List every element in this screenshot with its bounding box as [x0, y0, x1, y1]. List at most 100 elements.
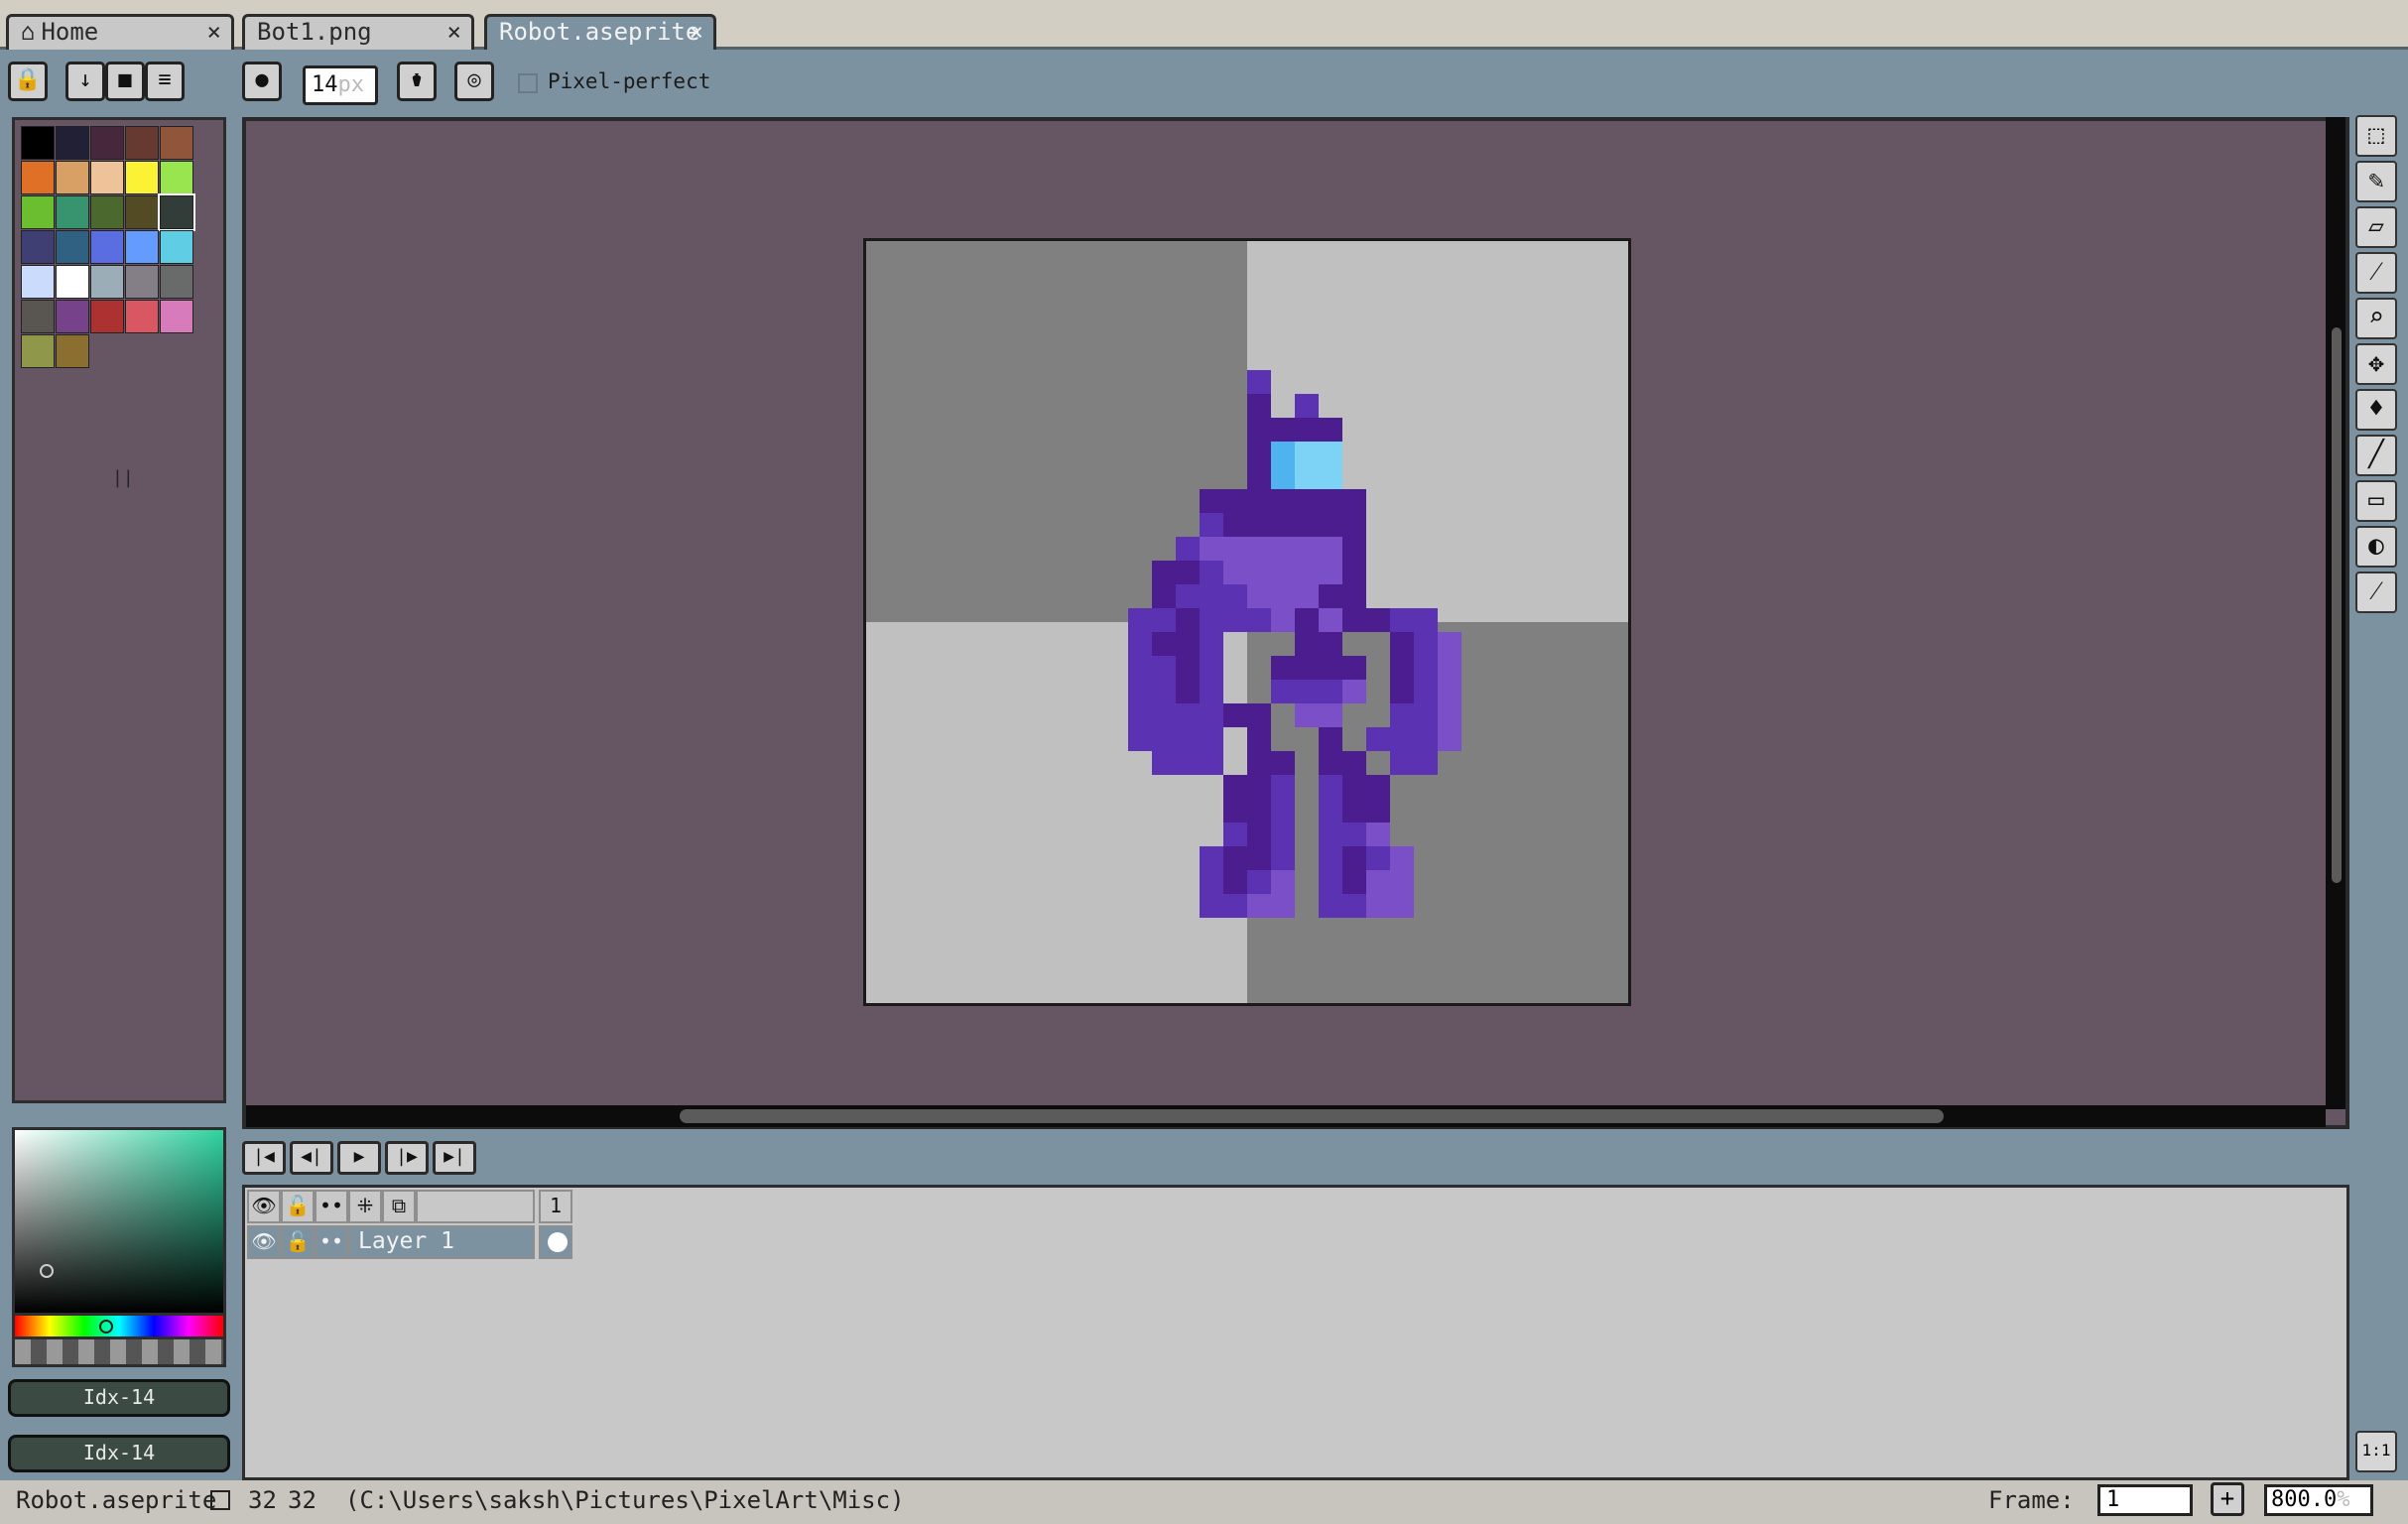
cel[interactable] [539, 1225, 572, 1259]
tab-home[interactable]: ⌂ Home × [6, 14, 234, 50]
tab-bot1[interactable]: Bot1.png × [242, 14, 474, 50]
palette-swatch[interactable] [56, 230, 89, 264]
palette-swatch[interactable] [21, 126, 55, 160]
background-color-button[interactable]: Idx-14 [8, 1435, 230, 1472]
palette-swatch[interactable] [90, 265, 124, 299]
layer-group-icon[interactable]: ⁜ [348, 1190, 382, 1223]
zoom-icon[interactable]: ⌕ [2355, 298, 2397, 339]
frame-header[interactable]: 1 [539, 1190, 572, 1223]
menu-bar[interactable] [0, 0, 2408, 10]
continuous-icon[interactable]: •• [315, 1190, 348, 1223]
rectangle-icon[interactable]: ▭ [2355, 480, 2397, 522]
hue-slider[interactable] [12, 1316, 226, 1339]
palette-swatch[interactable] [21, 195, 55, 229]
eye-icon[interactable]: 👁 [247, 1190, 281, 1223]
palette-swatch[interactable] [90, 300, 124, 333]
vertical-scroll-thumb[interactable] [2332, 327, 2342, 883]
color-cursor[interactable] [40, 1264, 54, 1278]
timeline-panel[interactable]: 👁 🔓 •• ⁜ ⧉ 1 👁 🔓 •• Layer 1 [242, 1185, 2349, 1480]
play-button[interactable]: ▶ [337, 1141, 381, 1175]
sprite-pixel [1247, 703, 1271, 727]
eraser-icon[interactable]: ▱ [2355, 206, 2397, 248]
previous-frame-button[interactable]: ◀| [290, 1141, 333, 1175]
color-spectrum[interactable] [12, 1127, 226, 1316]
spray-icon[interactable]: ⁄ [2355, 572, 2397, 613]
alpha-slider[interactable] [12, 1339, 226, 1367]
sprite-pixel [1390, 846, 1414, 870]
sprite-pixel [1366, 846, 1390, 870]
lock-icon[interactable]: 🔒 [8, 62, 48, 101]
brush-size-input[interactable]: 14px [303, 65, 378, 105]
palette-swatch[interactable] [125, 300, 159, 333]
close-icon[interactable]: × [690, 17, 703, 47]
palette-swatch[interactable] [21, 300, 55, 333]
ink-icon[interactable]: ⚱ [397, 62, 437, 101]
palette-swatch[interactable] [90, 195, 124, 229]
palette-swatch[interactable] [56, 195, 89, 229]
palette-swatch[interactable] [21, 161, 55, 194]
sampling-icon[interactable]: ◎ [454, 62, 494, 101]
tab-robot[interactable]: Robot.aseprite × [484, 14, 716, 50]
palette-swatch[interactable] [160, 300, 193, 333]
foreground-color-button[interactable]: Idx-14 [8, 1379, 230, 1417]
menu-icon[interactable]: ≡ [145, 62, 185, 101]
frame-input[interactable]: 1 [2097, 1484, 2193, 1516]
palette-swatch[interactable] [21, 230, 55, 264]
palette-swatch[interactable] [21, 334, 55, 368]
brush-type-circle-icon[interactable]: ● [242, 62, 282, 101]
sprite-canvas[interactable] [863, 238, 1631, 1006]
sprite-pixel [1366, 823, 1390, 846]
close-icon[interactable]: × [207, 17, 221, 47]
marquee-icon[interactable]: ⬚ [2355, 115, 2397, 157]
palette-swatch[interactable] [158, 193, 195, 231]
move-icon[interactable]: ✥ [2355, 343, 2397, 385]
eyedropper-icon[interactable]: ⁄ [2355, 252, 2397, 294]
palette-swatch[interactable] [125, 126, 159, 160]
palette-swatch[interactable] [160, 126, 193, 160]
sprite-pixel [1247, 537, 1271, 561]
layer-lock-icon[interactable]: 🔓 [281, 1225, 315, 1259]
palette-swatch[interactable] [160, 265, 193, 299]
next-frame-button[interactable]: |▶ [385, 1141, 429, 1175]
layer-visibility-icon[interactable]: 👁 [247, 1225, 281, 1259]
palette-swatch[interactable] [56, 334, 89, 368]
add-frame-button[interactable]: + [2211, 1482, 2244, 1516]
zoom-input[interactable]: 800.0% [2264, 1484, 2373, 1516]
palette-swatch[interactable] [56, 265, 89, 299]
pixel-perfect-checkbox[interactable] [518, 73, 538, 93]
palette-swatch[interactable] [125, 195, 159, 229]
palette-swatch[interactable] [56, 161, 89, 194]
close-icon[interactable]: × [447, 17, 461, 47]
hue-cursor[interactable] [99, 1320, 113, 1334]
sprite-pixel [1295, 489, 1319, 513]
palette-swatch[interactable] [90, 230, 124, 264]
sprite-pixel [1295, 703, 1319, 727]
fill-bucket-icon[interactable]: ♦ [2355, 389, 2397, 431]
contour-icon[interactable]: ◐ [2355, 526, 2397, 568]
ratio-button[interactable]: 1:1 [2355, 1431, 2397, 1472]
palette-swatch[interactable] [160, 161, 193, 194]
horizontal-scroll-thumb[interactable] [680, 1109, 1944, 1123]
pencil-icon[interactable]: ✎ [2355, 161, 2397, 202]
palette-swatch[interactable] [90, 126, 124, 160]
palette-swatch[interactable] [125, 230, 159, 264]
palette-swatch[interactable] [125, 265, 159, 299]
sprite-pixel [1319, 561, 1342, 584]
sprite-pixel [1342, 775, 1366, 799]
down-arrow-icon[interactable]: ↓ [65, 62, 105, 101]
layer-continuous-icon[interactable]: •• [315, 1225, 348, 1259]
palette-swatch[interactable] [90, 161, 124, 194]
layer-name[interactable]: Layer 1 [348, 1225, 535, 1259]
onion-skin-icon[interactable]: ⧉ [382, 1190, 416, 1223]
lock-icon[interactable]: 🔓 [281, 1190, 315, 1223]
palette-swatch[interactable] [125, 161, 159, 194]
first-frame-button[interactable]: |◀ [242, 1141, 286, 1175]
line-icon[interactable]: ╱ [2355, 435, 2397, 476]
palette-swatch[interactable] [56, 126, 89, 160]
palette-swatch[interactable] [160, 230, 193, 264]
sprite-pixel [1295, 584, 1319, 608]
palette-swatch[interactable] [21, 265, 55, 299]
palette-swatch[interactable] [56, 300, 89, 333]
square-icon[interactable]: ■ [105, 62, 145, 101]
last-frame-button[interactable]: ▶| [433, 1141, 476, 1175]
